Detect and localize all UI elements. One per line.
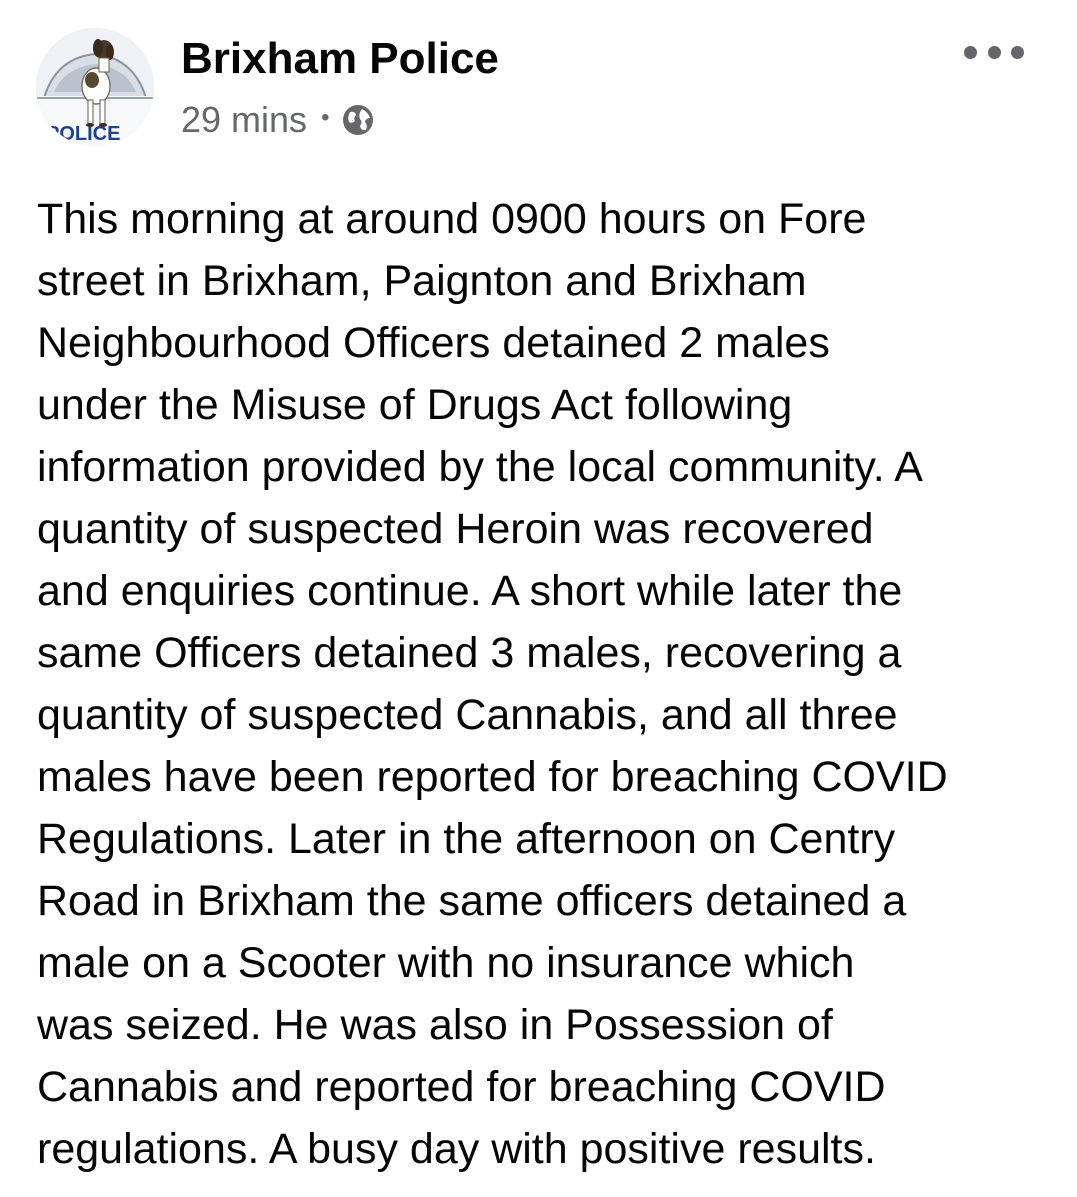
post-body-line: information provided by the local commun…: [37, 443, 923, 491]
timestamp[interactable]: 29 mins: [181, 99, 307, 141]
post-body-line: regulations. A busy day with positive re…: [37, 1125, 876, 1173]
avatar-badge-text: POLICE: [46, 123, 120, 145]
post-body-line: Road in Brixham the same officers detain…: [37, 877, 907, 925]
avatar[interactable]: POLICE: [36, 28, 154, 146]
post-body-line: quantity of suspected Cannabis, and all …: [37, 691, 898, 739]
post-body-line: and enquiries continue. A short while la…: [37, 567, 903, 615]
police-dog-avatar-icon: POLICE: [36, 28, 154, 146]
meta-separator: •: [321, 104, 330, 131]
post-body-line: same Officers detained 3 males, recoveri…: [37, 629, 902, 677]
post-body-line: males have been reported for breaching C…: [37, 753, 948, 801]
post-body-line: Neighbourhood Officers detained 2 males: [37, 319, 830, 367]
post-body-line: under the Misuse of Drugs Act following: [37, 381, 793, 429]
more-options-icon: [1011, 45, 1024, 59]
more-options-button[interactable]: [964, 40, 1024, 64]
post-body-line: Regulations. Later in the afternoon on C…: [37, 815, 896, 863]
more-options-icon: [987, 45, 1001, 59]
post-body-line: was seized. He was also in Possession of: [37, 1001, 833, 1049]
post-header: POLICE Brixham Police 29 mins •: [36, 28, 1046, 148]
post-body: This morning at around 0900 hours on For…: [37, 188, 1057, 1180]
post-body-line: This morning at around 0900 hours on For…: [37, 195, 867, 243]
author-name[interactable]: Brixham Police: [181, 34, 499, 84]
globe-icon[interactable]: [341, 103, 375, 137]
post-body-line: street in Brixham, Paignton and Brixham: [37, 257, 807, 305]
facebook-post: POLICE Brixham Police 29 mins • This mor…: [0, 0, 1077, 1197]
more-options-icon: [964, 45, 977, 59]
post-body-line: Cannabis and reported for breaching COVI…: [37, 1063, 886, 1111]
post-body-line: quantity of suspected Heroin was recover…: [37, 505, 874, 553]
post-meta: 29 mins •: [181, 98, 375, 142]
post-body-line: male on a Scooter with no insurance whic…: [37, 939, 855, 987]
